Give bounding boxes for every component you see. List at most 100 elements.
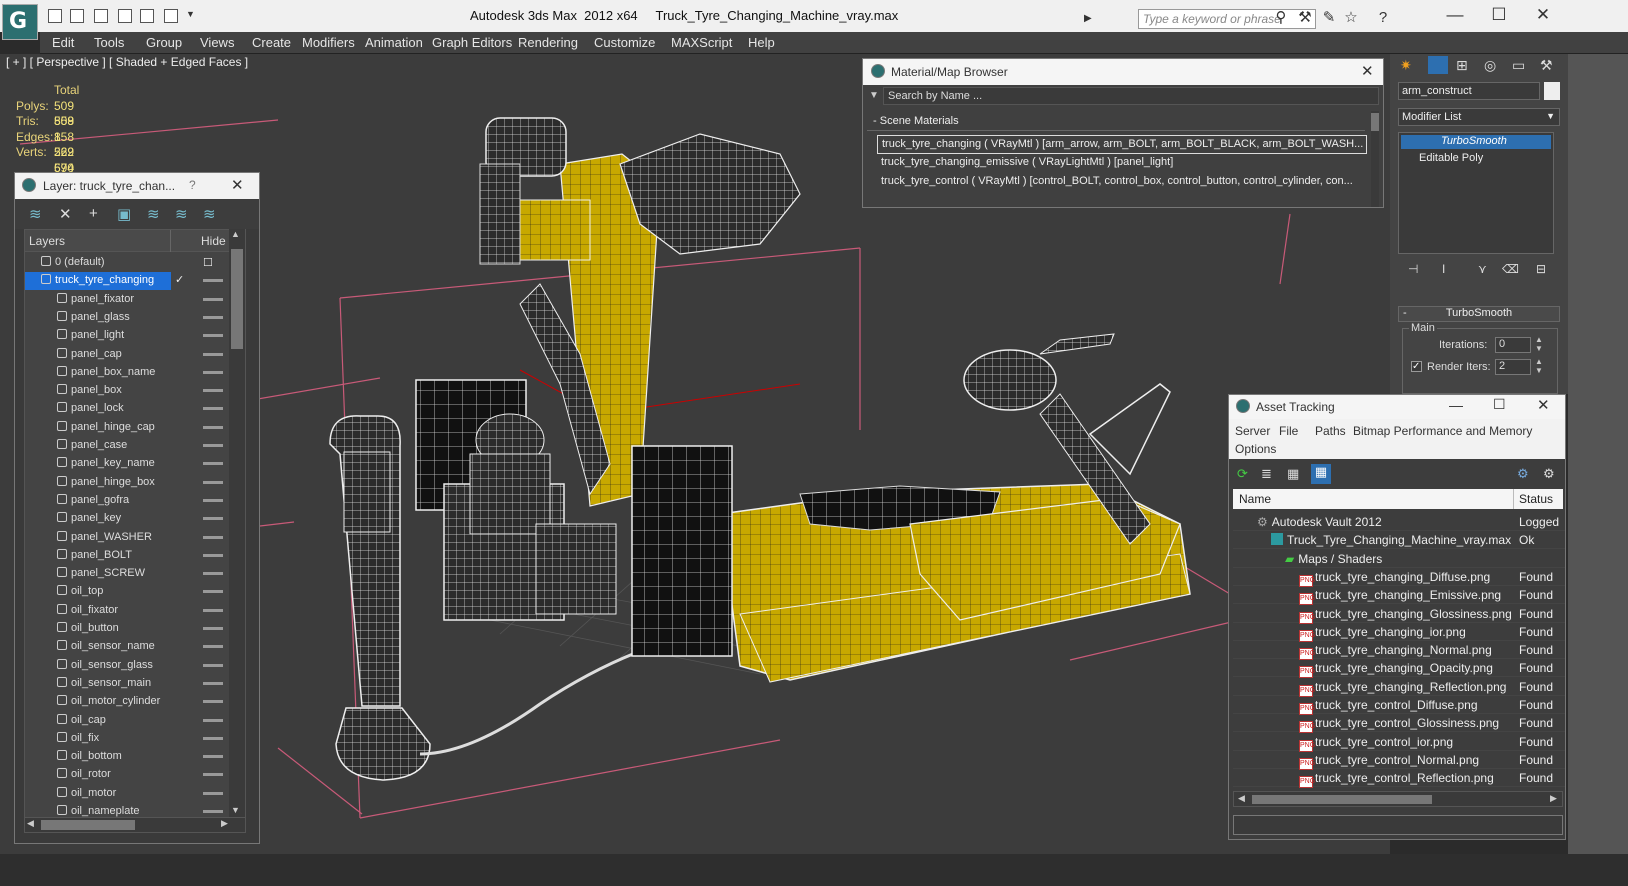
undo-icon[interactable] (118, 9, 132, 23)
layer-hide-checkbox[interactable]: ☐ (203, 256, 213, 269)
highlight-layer-icon[interactable]: ≋ (147, 205, 160, 223)
delete-layer-icon[interactable]: ✕ (59, 205, 72, 223)
layer-object-row[interactable]: panel_box_name ▬▬ (25, 364, 235, 382)
layer-object-row[interactable]: panel_SCREW ▬▬ (25, 565, 235, 583)
layer-object-row[interactable]: panel_hinge_box ▬▬ (25, 474, 235, 492)
asset-row[interactable]: ▰ Maps / Shaders (1233, 550, 1565, 568)
modifier-list-dropdown[interactable]: Modifier List ▼ (1398, 108, 1560, 126)
vault-checkin-icon[interactable]: ⚙ (1517, 466, 1529, 482)
subscription-icon[interactable]: ⚒ (1296, 9, 1314, 27)
asset-row[interactable]: ⚙ Autodesk Vault 2012 Logged (1233, 513, 1565, 531)
layer-object-row[interactable]: oil_rotor ▬▬ (25, 766, 235, 784)
object-hide-toggle[interactable]: ▬▬ (203, 293, 223, 304)
display-tab-icon[interactable]: ▭ (1512, 57, 1525, 74)
layer-object-row[interactable]: panel_box ▬▬ (25, 382, 235, 400)
layer-object-row[interactable]: panel_gofra ▬▬ (25, 492, 235, 510)
asset-table-body[interactable]: ⚙ Autodesk Vault 2012 Logged Truck_Tyre_Cha… (1229, 513, 1565, 791)
object-hide-toggle[interactable]: ▬▬ (203, 329, 223, 340)
layer-object-row[interactable]: panel_BOLT ▬▬ (25, 547, 235, 565)
hide-all-layers-icon[interactable]: ≋ (175, 205, 188, 223)
layer-object-row[interactable]: oil_fixator ▬▬ (25, 602, 235, 620)
object-hide-toggle[interactable]: ▬▬ (203, 640, 223, 651)
object-name-field[interactable]: arm_construct (1398, 82, 1540, 100)
menu-help[interactable]: Help (748, 35, 775, 50)
stack-item-turbosmooth[interactable]: TurboSmooth (1401, 135, 1551, 149)
menu-create[interactable]: Create (252, 35, 291, 50)
refresh-icon[interactable]: ⟳ (1237, 466, 1248, 482)
layer-object-row[interactable]: oil_top ▬▬ (25, 583, 235, 601)
object-hide-toggle[interactable]: ▬▬ (203, 311, 223, 322)
object-hide-toggle[interactable]: ▬▬ (203, 494, 223, 505)
asset-path-field[interactable] (1233, 815, 1563, 835)
turbosmooth-rollout[interactable]: - TurboSmooth (1398, 306, 1560, 322)
object-hide-toggle[interactable]: ▬▬ (203, 677, 223, 688)
menu-views[interactable]: Views (200, 35, 234, 50)
object-hide-toggle[interactable]: ▬▬ (203, 659, 223, 670)
object-hide-toggle[interactable]: ▬▬ (203, 439, 223, 450)
object-hide-toggle[interactable]: ▬▬ (203, 622, 223, 633)
layer-object-row[interactable]: oil_sensor_main ▬▬ (25, 675, 235, 693)
modifier-stack[interactable]: TurboSmooth Editable Poly (1398, 132, 1554, 254)
show-end-result-icon[interactable]: I (1442, 262, 1445, 276)
layer-object-row[interactable]: oil_motor ▬▬ (25, 785, 235, 803)
communication-icon[interactable]: ✎ (1320, 9, 1338, 27)
pin-stack-icon[interactable]: ⊣ (1408, 262, 1418, 276)
layer-object-row[interactable]: oil_motor_cylinder ▬▬ (25, 693, 235, 711)
layer-object-row[interactable]: oil_bottom ▬▬ (25, 748, 235, 766)
object-hide-toggle[interactable]: ▬▬ (203, 348, 223, 359)
asset-row[interactable]: PNGtruck_tyre_control_Diffuse.png Found (1233, 696, 1565, 715)
object-hide-toggle[interactable]: ▬▬ (203, 750, 223, 761)
layer-object-row[interactable]: oil_sensor_glass ▬▬ (25, 657, 235, 675)
layer-object-row[interactable]: panel_key_name ▬▬ (25, 455, 235, 473)
menu-group[interactable]: Group (146, 35, 182, 50)
iterations-spinner[interactable]: 0 (1495, 337, 1531, 353)
object-hide-toggle[interactable]: ▬▬ (203, 567, 223, 578)
create-tab-icon[interactable]: ✷ (1400, 57, 1412, 74)
quick-access-dropdown-icon[interactable]: ▼ (186, 9, 195, 19)
object-hide-toggle[interactable]: ▬▬ (203, 366, 223, 377)
render-iters-spinner[interactable]: 2 (1495, 359, 1531, 375)
list-view-icon[interactable]: ≣ (1261, 466, 1272, 482)
asset-row[interactable]: PNGtruck_tyre_changing_Opacity.png Found (1233, 659, 1565, 679)
search-expand-icon[interactable]: ▶ (1084, 9, 1096, 29)
layer-hide-toggle[interactable]: ▬▬ (203, 274, 223, 285)
object-hide-toggle[interactable]: ▬▬ (203, 384, 223, 395)
layer-object-row[interactable]: panel_lock ▬▬ (25, 400, 235, 418)
viewport-label[interactable]: [ + ] [ Perspective ] [ Shaded + Edged F… (6, 55, 248, 69)
material-row[interactable]: truck_tyre_control ( VRayMtl ) [control_… (877, 173, 1367, 192)
object-hide-toggle[interactable]: ▬▬ (203, 457, 223, 468)
iterations-spinner-arrows[interactable]: ▲ ▼ (1535, 335, 1543, 353)
material-row[interactable]: truck_tyre_changing_emissive ( VRayLight… (877, 154, 1367, 173)
menu-tools[interactable]: Tools (94, 35, 124, 50)
asset-menu-file[interactable]: File (1279, 424, 1298, 438)
minimize-icon[interactable]: — (1449, 397, 1463, 413)
asset-menu-bitmap[interactable]: Bitmap Performance and Memory (1353, 424, 1532, 438)
remove-modifier-icon[interactable]: ⌫ (1502, 262, 1519, 276)
favorites-star-icon[interactable]: ☆ (1342, 9, 1360, 27)
help-icon[interactable]: ? (1374, 9, 1392, 27)
layer-object-row[interactable]: oil_sensor_name ▬▬ (25, 638, 235, 656)
open-file-icon[interactable] (48, 9, 62, 23)
vault-options-icon[interactable]: ⚙ (1543, 466, 1555, 482)
redo-icon[interactable] (140, 9, 154, 23)
object-hide-toggle[interactable]: ▬▬ (203, 805, 223, 816)
col-hide[interactable]: Hide (201, 234, 226, 248)
asset-horizontal-scrollbar[interactable]: ◀ ▶ (1233, 791, 1563, 807)
layer-object-row[interactable]: oil_fix ▬▬ (25, 730, 235, 748)
hierarchy-tab-icon[interactable]: ⊞ (1456, 57, 1468, 74)
object-hide-toggle[interactable]: ▬▬ (203, 512, 223, 523)
layer-object-row[interactable]: panel_WASHER ▬▬ (25, 529, 235, 547)
object-hide-toggle[interactable]: ▬▬ (203, 714, 223, 725)
object-hide-toggle[interactable]: ▬▬ (203, 768, 223, 779)
layer-object-row[interactable]: panel_light ▬▬ (25, 327, 235, 345)
menu-animation[interactable]: Animation (365, 35, 423, 50)
asset-menu-server[interactable]: Server (1235, 424, 1270, 438)
select-objects-icon[interactable]: ▣ (117, 205, 131, 223)
object-hide-toggle[interactable]: ▬▬ (203, 402, 223, 413)
asset-row[interactable]: PNGtruck_tyre_control_ior.png Found (1233, 733, 1565, 752)
object-hide-toggle[interactable]: ▬▬ (203, 604, 223, 615)
col-layers[interactable]: Layers (29, 234, 65, 248)
layer-object-row[interactable]: panel_cap ▬▬ (25, 346, 235, 364)
layer-window-titlebar[interactable]: Layer: truck_tyre_chan... ? ✕ (15, 173, 259, 199)
browser-options-icon[interactable]: ▼ (869, 90, 879, 101)
